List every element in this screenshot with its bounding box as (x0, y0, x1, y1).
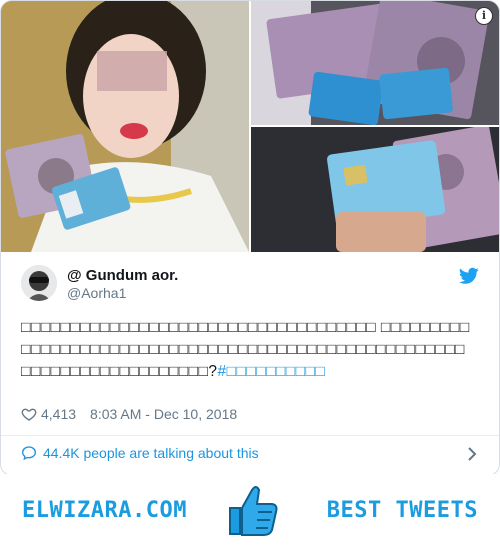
photo-woman-illustration (1, 1, 249, 252)
tweet-card: i @ Gundum aor. @Aorha1 □□□□□□□□□□□□□□□□… (0, 0, 500, 476)
best-tweets-label: BEST TWEETS (326, 498, 478, 523)
divider (1, 435, 499, 436)
footer-banner: ELWIZARA.COM BEST TWEETS (0, 474, 500, 546)
avatar-image (21, 265, 57, 301)
info-icon[interactable]: i (475, 7, 493, 25)
tweet-meta: 4,413 8:03 AM - Dec 10, 2018 (21, 406, 237, 422)
talking-count-text[interactable]: 44.4K people are talking about this (43, 445, 259, 461)
photo-id-card-illustration (251, 127, 499, 252)
hashtag-link[interactable]: #□□□□□□□□□□ (218, 363, 326, 380)
like-count[interactable]: 4,413 (41, 406, 76, 422)
tweet-text: □□□□□□□□□□□□□□□□□□□□□□□□□□□□□□□□□□□□ □□□… (21, 317, 471, 383)
tweet-photo-banknotes[interactable]: i (251, 1, 499, 125)
conversation-link[interactable]: 44.4K people are talking about this (21, 445, 259, 461)
tweet-photo-woman-with-banknotes[interactable] (1, 1, 249, 252)
avatar[interactable] (21, 265, 57, 301)
author-name[interactable]: @ Gundum aor. (67, 267, 178, 284)
tweet-header: @ Gundum aor. @Aorha1 (1, 263, 499, 313)
author-handle[interactable]: @Aorha1 (67, 285, 126, 301)
photo-banknotes-illustration (251, 1, 499, 125)
comment-bubble-icon (21, 446, 37, 461)
heart-icon[interactable] (21, 406, 37, 422)
twitter-bird-icon[interactable] (459, 267, 479, 285)
tweet-timestamp[interactable]: 8:03 AM - Dec 10, 2018 (90, 406, 237, 422)
site-name[interactable]: ELWIZARA.COM (22, 498, 187, 523)
thumbs-up-icon (229, 486, 278, 536)
chevron-right-icon[interactable] (467, 447, 477, 461)
tweet-photo-id-card[interactable] (251, 127, 499, 252)
tweet-photo-grid[interactable]: i (1, 1, 499, 252)
